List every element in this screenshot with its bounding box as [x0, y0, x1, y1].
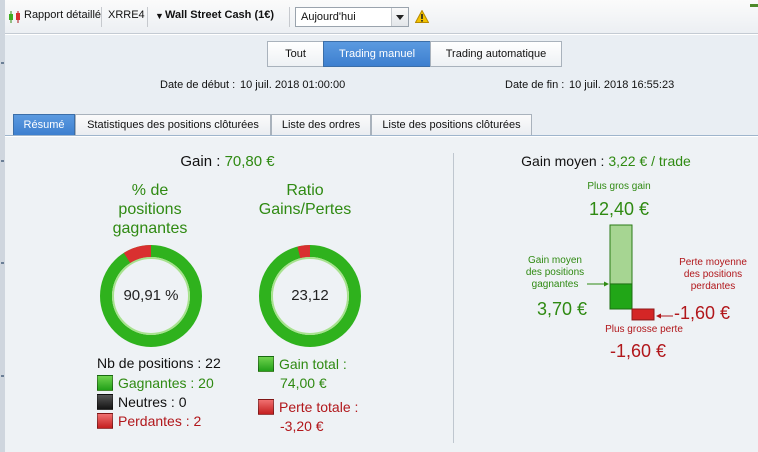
worst-loss-label: Plus grosse perte [605, 324, 683, 335]
end-date-value: 10 juil. 2018 16:55:23 [569, 79, 675, 91]
tab-positions-cloturees[interactable]: Liste des positions clôturées [371, 114, 532, 135]
warning-icon[interactable] [415, 10, 429, 23]
filter-header: Tout Trading manuel Trading automatique … [5, 35, 758, 103]
avg-loss-label-line: Perte moyenne [679, 257, 747, 268]
avg-gain-bar-chart [587, 224, 673, 321]
gain-total-row: Gain total : [258, 356, 347, 372]
avg-gain-heading: Gain moyen : 3,22 € / trade [454, 153, 758, 169]
segment-trading-automatique[interactable]: Trading automatique [430, 41, 562, 67]
gain-heading: Gain : 70,80 € [5, 153, 450, 170]
toolbar: Rapport détaillé XRRE4 ▼ Wall Street Cas… [5, 0, 758, 34]
ratio-title-line: Ratio [286, 182, 324, 199]
gain-total-value: 74,00 € [280, 375, 327, 391]
triangle-down-icon[interactable]: ▼ [155, 11, 164, 21]
best-gain-label: Plus gros gain [587, 181, 651, 192]
account-label[interactable]: XRRE4 [108, 9, 145, 21]
summary-panel: Gain : 70,80 € % de positions gagnantes … [5, 137, 758, 452]
start-date-value: 10 juil. 2018 01:00:00 [240, 79, 346, 91]
win-pct-title: % de positions gagnantes [95, 181, 205, 238]
start-date-label: Date de début : [160, 79, 236, 91]
neutres-text: Neutres : 0 [118, 394, 187, 410]
win-pct-title-line: positions [118, 201, 182, 218]
strip-tick [1, 62, 4, 64]
avg-loss-label-line: perdantes [690, 281, 736, 292]
avg-loss-value: -1,60 € [674, 303, 731, 323]
end-date-label: Date de fin : [505, 79, 565, 91]
red-square-icon [258, 399, 274, 415]
separator [147, 7, 148, 27]
strip-tick [1, 375, 4, 377]
perte-totale-row: Perte totale : [258, 399, 358, 415]
nb-positions: Nb de positions : 22 [97, 355, 221, 371]
segment-trading-manuel[interactable]: Trading manuel [323, 41, 431, 67]
gain-total-label: Gain total : [279, 356, 347, 372]
strip-tick [1, 262, 4, 264]
worst-loss-value: -1,60 € [610, 341, 667, 361]
gain-label: Gain : [180, 153, 221, 170]
neutres-row: Neutres : 0 [97, 394, 186, 410]
avg-win-bar [609, 283, 633, 310]
report-label[interactable]: Rapport détaillé [24, 9, 101, 21]
green-square-icon [97, 375, 113, 391]
ratio-title-line: Gains/Pertes [258, 201, 352, 218]
win-pct-value: 90,91 % [123, 287, 179, 304]
gagnantes-text: Gagnantes : 20 [118, 375, 214, 391]
gagnantes-row: Gagnantes : 20 [97, 375, 214, 391]
panel-divider [453, 153, 454, 443]
avg-loss-bar [631, 308, 655, 321]
perdantes-text: Perdantes : 2 [118, 413, 202, 429]
ratio-title: Ratio Gains/Pertes [250, 181, 360, 219]
ratio-value: 23,12 [291, 287, 329, 304]
ratio-donut: 23,12 [258, 244, 362, 348]
instrument-selector[interactable]: Wall Street Cash (1€) [165, 9, 274, 21]
avg-gain-label: Gain moyen : [521, 153, 605, 169]
black-square-icon [97, 394, 113, 410]
scroll-marker [750, 4, 758, 7]
tab-bar: Résumé Statistiques des positions clôtur… [5, 103, 758, 136]
green-square-icon [258, 356, 274, 372]
tab-liste-ordres[interactable]: Liste des ordres [271, 114, 371, 135]
arrow-right-icon [604, 281, 609, 287]
avg-loss-label: Perte moyenne des positions perdantes [669, 257, 757, 293]
perdantes-row: Perdantes : 2 [97, 413, 201, 429]
period-dropdown[interactable]: Aujourd'hui [295, 7, 409, 27]
tab-statistiques[interactable]: Statistiques des positions clôturées [75, 114, 271, 135]
period-value: Aujourd'hui [301, 11, 356, 23]
segment-tout[interactable]: Tout [267, 41, 324, 67]
perte-totale-label: Perte totale : [279, 399, 359, 415]
arrow-left-icon [656, 313, 661, 319]
win-pct-donut: 90,91 % [99, 244, 203, 348]
win-pct-title-line: gagnantes [112, 220, 188, 237]
win-pct-title-line: % de [131, 182, 169, 199]
separator [101, 7, 102, 27]
gain-value: 70,80 € [224, 153, 275, 170]
perte-totale-value: -3,20 € [280, 418, 324, 434]
red-square-icon [97, 413, 113, 429]
separator [289, 7, 290, 27]
best-gain-value: 12,40 € [589, 199, 650, 219]
tab-resume[interactable]: Résumé [13, 114, 75, 135]
avg-gain-value: 3,22 € / trade [608, 153, 691, 169]
chevron-down-icon[interactable] [391, 8, 408, 26]
strip-tick [1, 160, 4, 162]
avg-loss-label-line: des positions [683, 269, 743, 280]
candlestick-icon[interactable] [8, 10, 22, 24]
